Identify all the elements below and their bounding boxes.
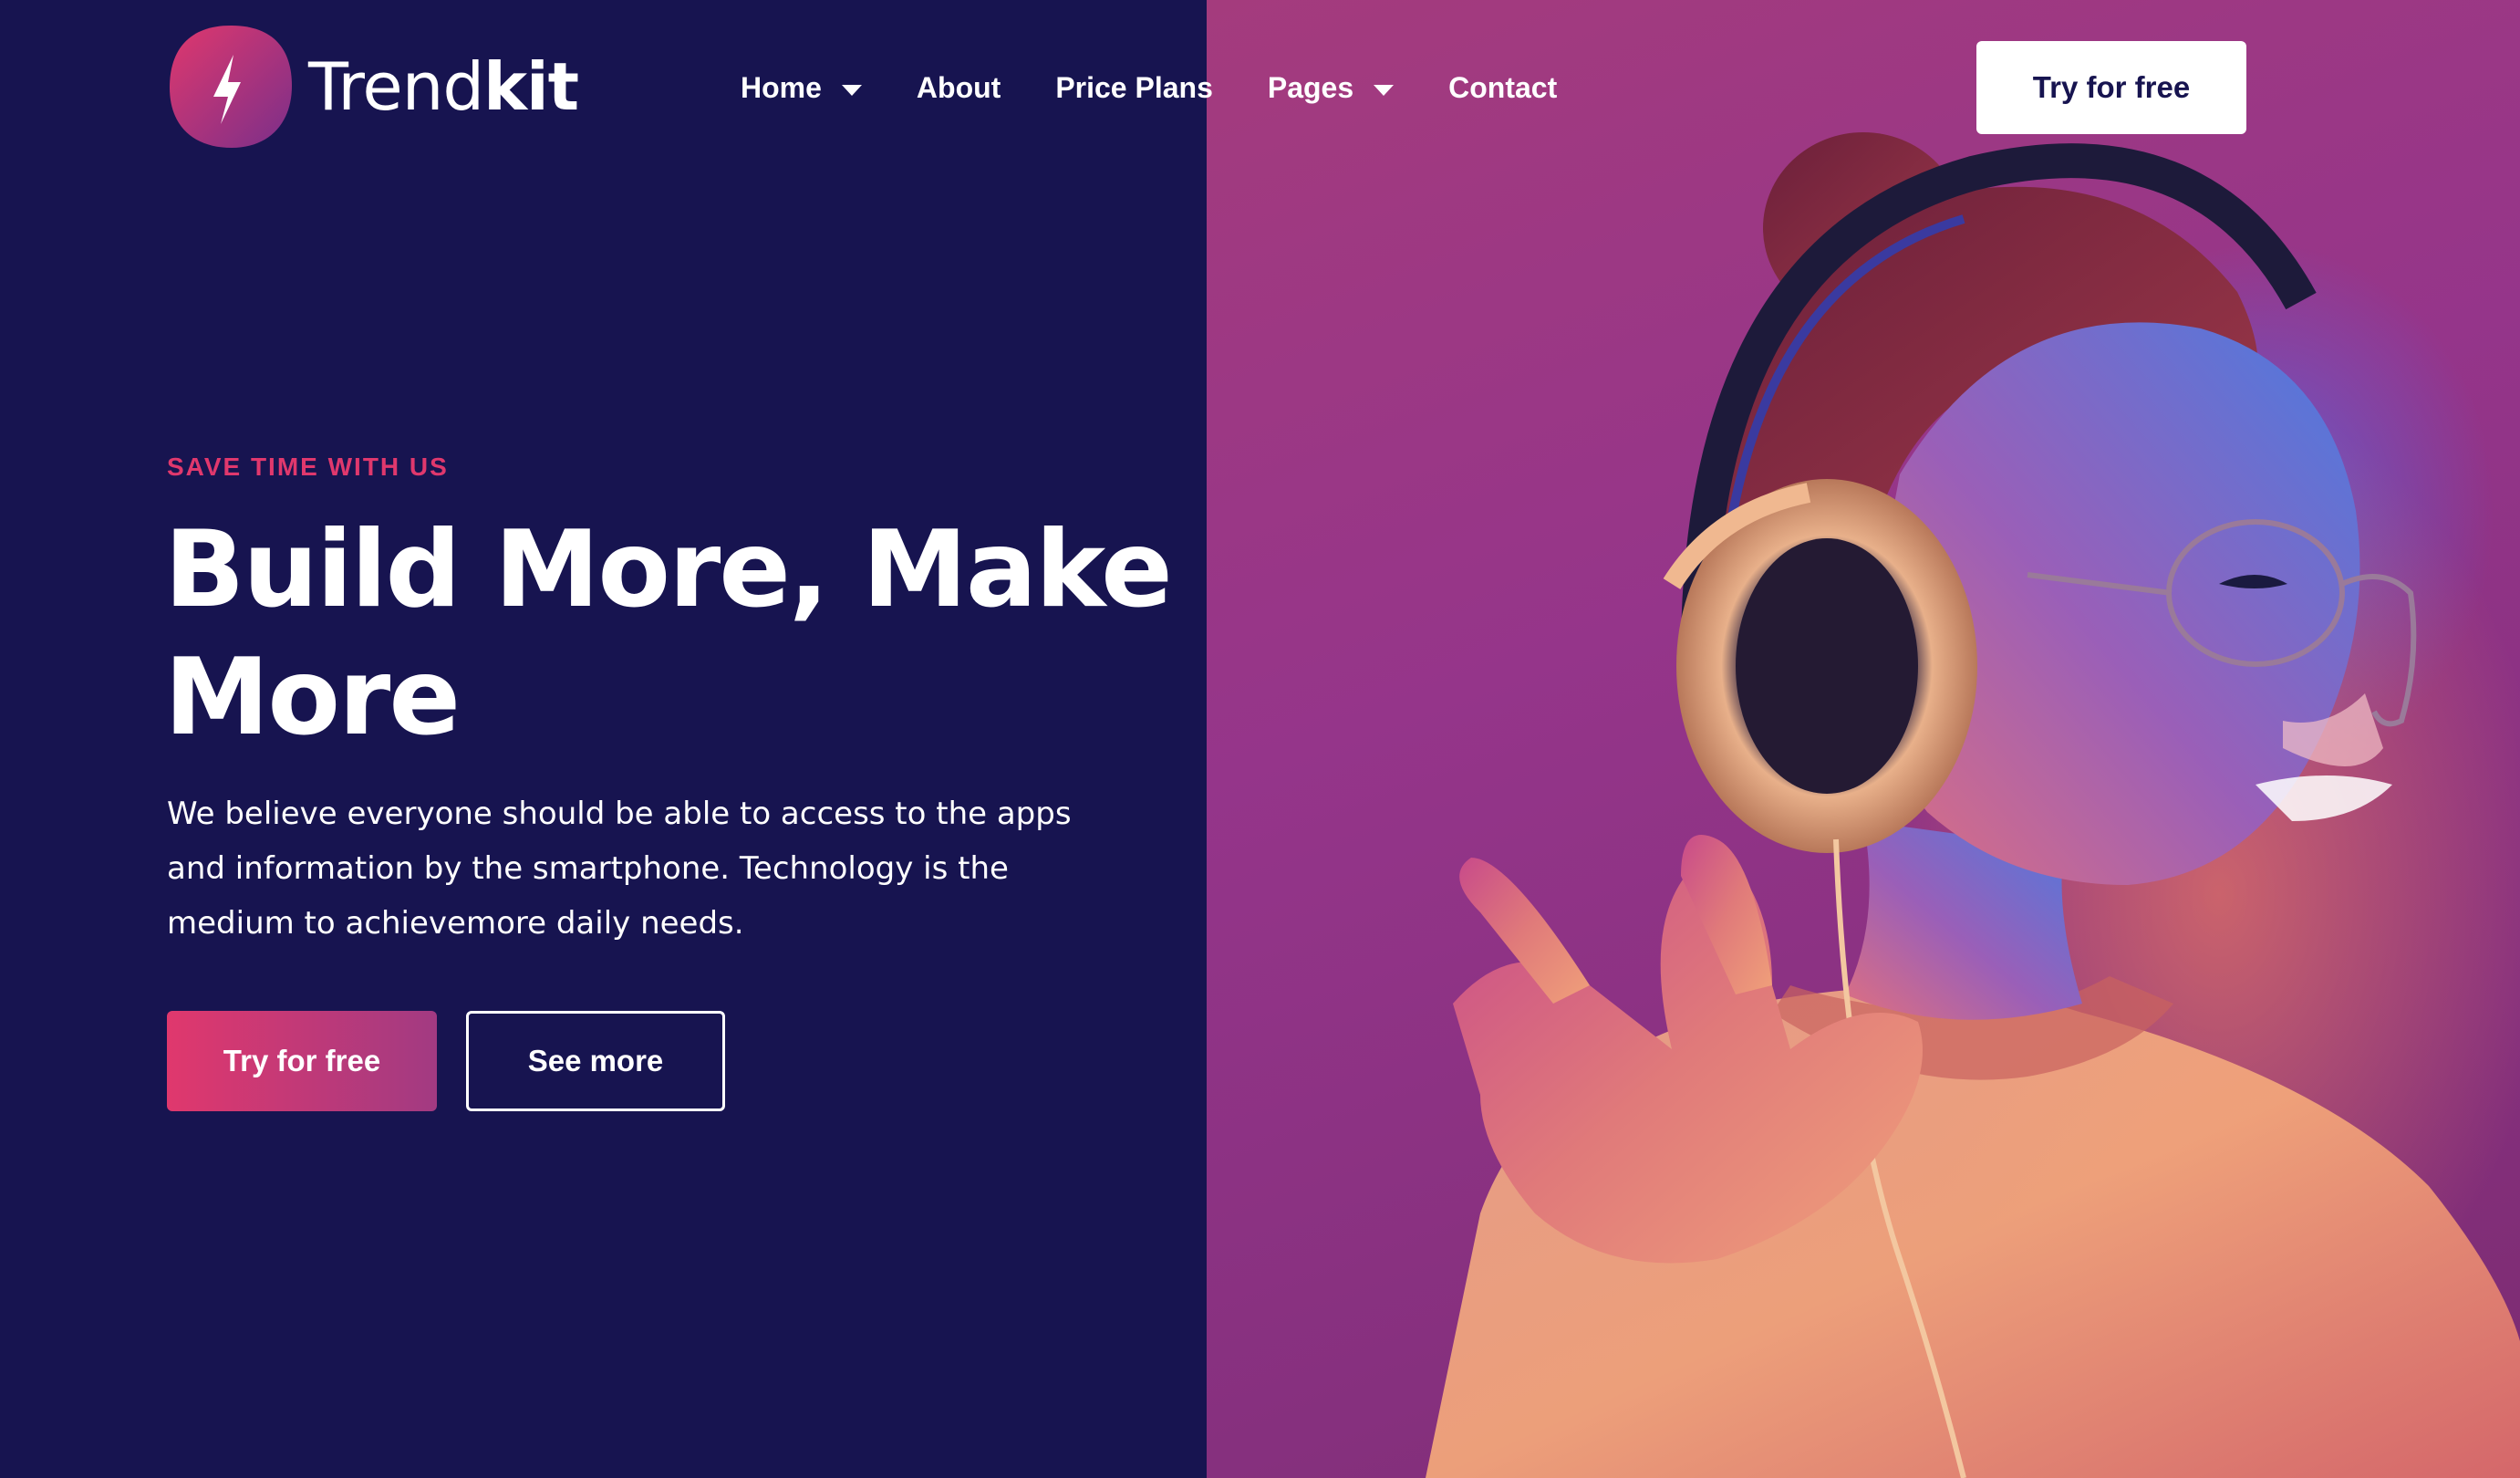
brand-logo[interactable]: Trendkit [166,22,579,151]
brand-name: Trendkit [308,54,579,120]
nav-item-about[interactable]: About [917,71,1001,105]
nav-item-label: Price Plans [1055,70,1213,104]
hero-try-for-free-button[interactable]: Try for free [167,1011,437,1111]
nav-item-label: Contact [1448,70,1558,104]
nav-item-price-plans[interactable]: Price Plans [1055,71,1213,105]
hero-eyebrow: SAVE TIME WITH US [167,453,449,481]
chevron-down-icon [841,85,862,96]
nav-item-contact[interactable]: Contact [1448,71,1557,105]
trendkit-logo-icon [170,26,292,148]
main-nav: Home About Price Plans Pages Contact [741,64,1612,111]
nav-item-label: Home [741,70,822,104]
header-try-for-free-button[interactable]: Try for free [1976,41,2246,134]
landing-page: Trendkit Home About Price Plans Pages Co… [0,0,2520,1478]
chevron-down-icon [1374,85,1395,96]
nav-item-pages[interactable]: Pages [1267,70,1395,105]
nav-item-label: About [916,70,1001,104]
hero-lead-text: We believe everyone should be able to ac… [167,796,1072,942]
hero-headline: Build More, Make More [164,508,1173,759]
woman-with-headphones-illustration [1426,132,2520,1478]
brand-name-bold: kit [483,48,579,125]
hero-see-more-button[interactable]: See more [466,1011,725,1111]
brand-name-light: Trend [308,48,484,125]
hero-image [1207,0,2520,1478]
nav-item-home[interactable]: Home [741,71,862,105]
nav-item-label: Pages [1267,70,1354,104]
